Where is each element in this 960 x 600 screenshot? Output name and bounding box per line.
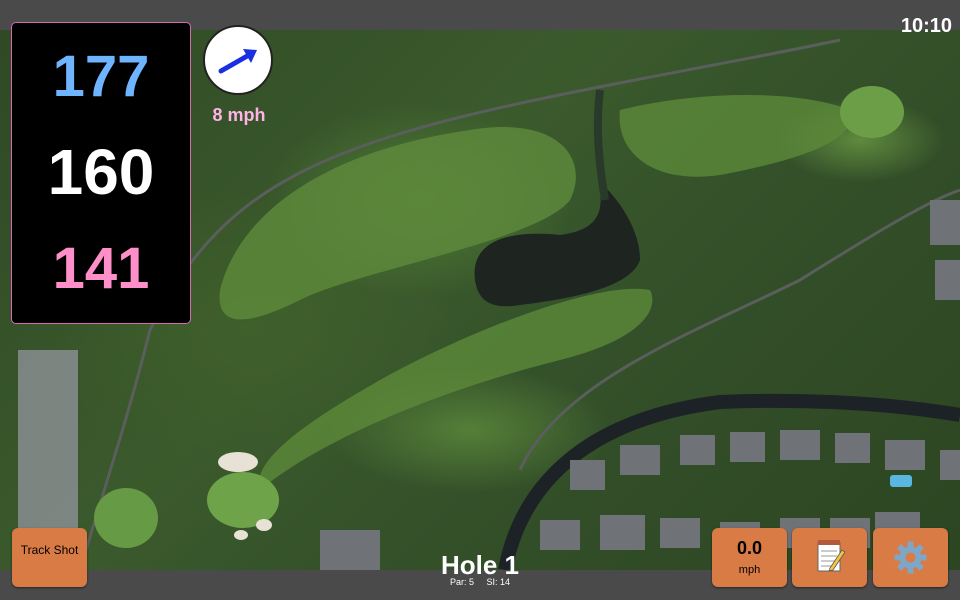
notes-button[interactable] xyxy=(792,528,867,587)
yardage-middle: 160 xyxy=(47,136,155,208)
green xyxy=(207,472,279,528)
par-label: Par: 5 xyxy=(449,577,474,587)
wind-speed-label: 8 mph xyxy=(212,105,266,125)
fairway xyxy=(619,95,852,177)
arrow-right-icon xyxy=(218,49,257,74)
bunker xyxy=(256,519,272,531)
yardage-front: 141 xyxy=(52,236,150,301)
gear-icon xyxy=(894,541,927,574)
green xyxy=(94,488,158,548)
yardage-back: 177 xyxy=(52,44,150,109)
wind-readout-unit: mph xyxy=(738,564,761,576)
notepad-icon xyxy=(817,540,846,572)
stroke-index-label: SI: 14 xyxy=(486,577,511,587)
creek xyxy=(593,89,609,201)
settings-button[interactable] xyxy=(873,528,948,587)
bunker xyxy=(218,452,258,472)
track-shot-button[interactable]: Track Shot xyxy=(12,528,87,587)
status-clock: 10:10 xyxy=(900,15,952,37)
track-shot-label: Track Shot xyxy=(20,543,79,557)
wind-direction-dial xyxy=(203,25,273,95)
hole-info: Par: 5 SI: 14 xyxy=(380,577,580,587)
pool xyxy=(890,475,912,487)
wind-readout-button[interactable]: 0.0 mph xyxy=(712,528,787,587)
parking-lot xyxy=(18,350,78,530)
bunker xyxy=(234,530,248,540)
wind-readout-value: 0.0 xyxy=(736,538,763,558)
green xyxy=(840,86,904,138)
yardage-panel: 177 160 141 xyxy=(11,22,191,324)
